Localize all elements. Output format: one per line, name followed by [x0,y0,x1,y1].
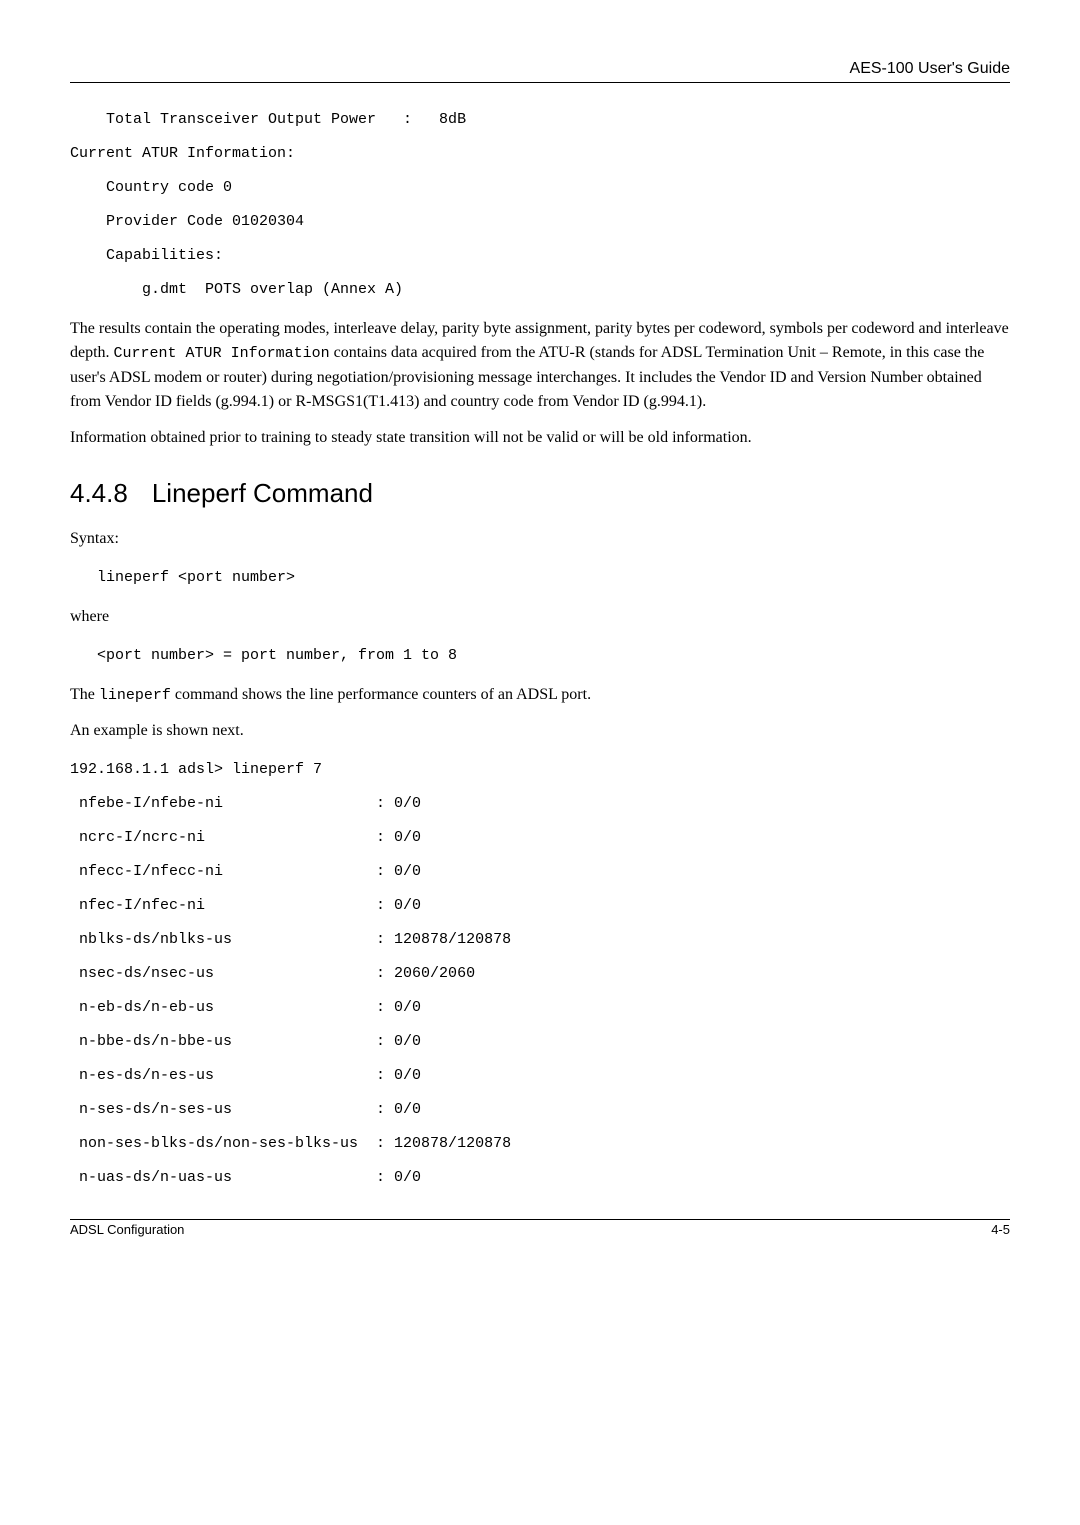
code-line: 192.168.1.1 adsl> lineperf 7 [70,755,1010,785]
code-line: nfec-I/nfec-ni : 0/0 [70,891,1010,921]
code-line: Total Transceiver Output Power : 8dB [70,105,1010,135]
code-line: n-uas-ds/n-uas-us : 0/0 [70,1163,1010,1193]
header-title: AES-100 User's Guide [850,60,1010,77]
where-label: where [70,605,1010,629]
page-footer: ADSL Configuration 4-5 [70,1219,1010,1237]
code-line: nblks-ds/nblks-us : 120878/120878 [70,925,1010,955]
text: command shows the line performance count… [171,686,591,703]
code-line: Current ATUR Information: [70,139,1010,169]
syntax-label: Syntax: [70,527,1010,551]
code-line: non-ses-blks-ds/non-ses-blks-us : 120878… [70,1129,1010,1159]
code-line: n-bbe-ds/n-bbe-us : 0/0 [70,1027,1010,1057]
example-label: An example is shown next. [70,719,1010,743]
code-line: ncrc-I/ncrc-ni : 0/0 [70,823,1010,853]
section-heading: 4.4.8 Lineperf Command [70,478,1010,509]
footer-page-number: 4-5 [991,1222,1010,1237]
code-line: nfecc-I/nfecc-ni : 0/0 [70,857,1010,887]
code-line: n-eb-ds/n-eb-us : 0/0 [70,993,1010,1023]
paragraph: The lineperf command shows the line perf… [70,683,1010,708]
code-line: g.dmt POTS overlap (Annex A) [70,275,1010,305]
section-title: Lineperf Command [152,478,373,508]
paragraph: Information obtained prior to training t… [70,426,1010,450]
paragraph: The results contain the operating modes,… [70,317,1010,414]
code-line: Capabilities: [70,241,1010,271]
code-line: nfebe-I/nfebe-ni : 0/0 [70,789,1010,819]
code-line: n-ses-ds/n-ses-us : 0/0 [70,1095,1010,1125]
code-line: Provider Code 01020304 [70,207,1010,237]
page-header: AES-100 User's Guide [70,60,1010,83]
code-line: Country code 0 [70,173,1010,203]
code-line: lineperf <port number> [70,563,1010,593]
code-line: <port number> = port number, from 1 to 8 [70,641,1010,671]
footer-left: ADSL Configuration [70,1222,184,1237]
section-number: 4.4.8 [70,478,128,509]
code-line: n-es-ds/n-es-us : 0/0 [70,1061,1010,1091]
code-line: nsec-ds/nsec-us : 2060/2060 [70,959,1010,989]
text: The [70,686,99,703]
inline-code: lineperf [99,687,171,704]
inline-code: Current ATUR Information [114,345,330,362]
